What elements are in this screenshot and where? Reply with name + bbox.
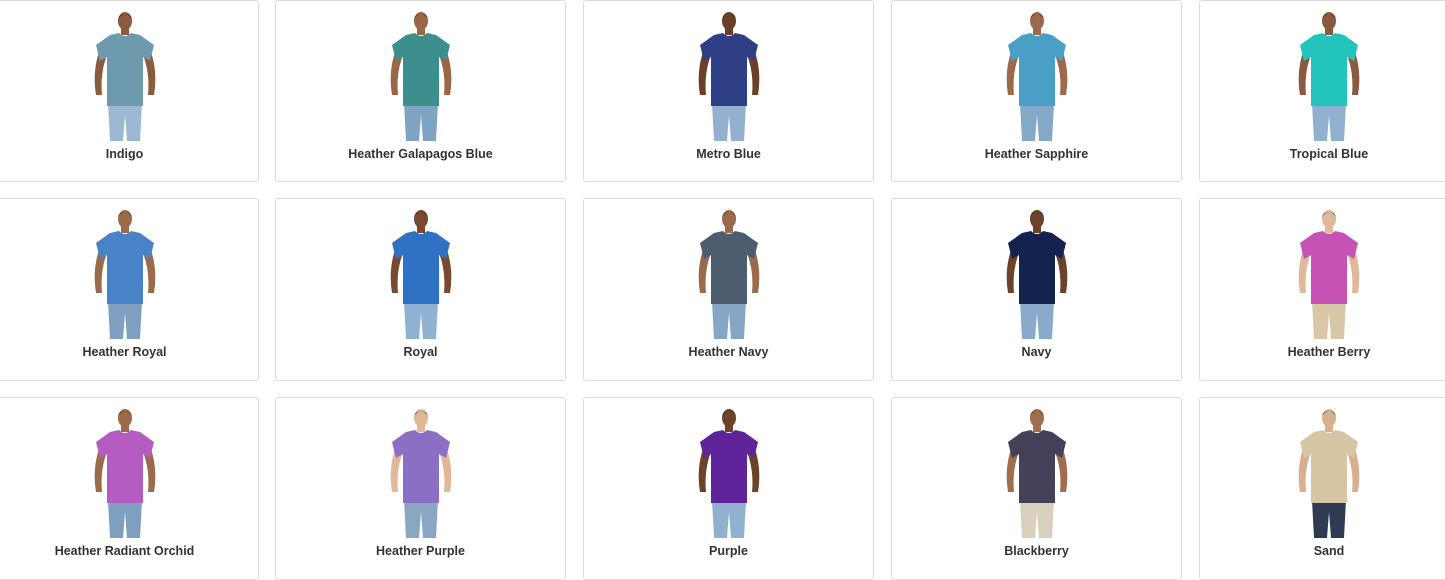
model-photo <box>1006 409 1067 538</box>
model-photo-frame <box>1284 408 1374 538</box>
model-photo <box>390 409 451 538</box>
color-name-label: Metro Blue <box>696 147 761 161</box>
model-photo <box>94 409 155 538</box>
color-name-label: Heather Navy <box>688 345 769 359</box>
model-photo-frame <box>376 408 466 538</box>
color-swatch-card[interactable]: Heather Radiant Orchid <box>0 397 259 580</box>
model-photo-frame <box>80 11 170 141</box>
color-name-label: Heather Sapphire <box>984 147 1089 161</box>
model-photo <box>94 210 155 339</box>
model-photo <box>390 12 451 141</box>
color-name-label: Heather Royal <box>82 345 167 359</box>
color-swatch-grid: Indigo Heather Galapagos Blue Metro Blue He… <box>0 0 1445 580</box>
model-photo-frame <box>1284 11 1374 141</box>
model-photo-frame <box>992 11 1082 141</box>
model-photo <box>698 12 759 141</box>
model-photo <box>1298 12 1360 141</box>
color-swatch-card[interactable]: Royal <box>275 198 566 381</box>
model-photo-frame <box>1284 209 1374 339</box>
color-swatch-card[interactable]: Heather Galapagos Blue <box>275 0 566 182</box>
color-name-label: Heather Galapagos Blue <box>348 147 493 161</box>
color-name-label: Tropical Blue <box>1289 147 1369 161</box>
color-name-label: Navy <box>1021 345 1052 359</box>
color-name-label: Heather Radiant Orchid <box>54 544 195 558</box>
model-photo-frame <box>80 209 170 339</box>
color-name-label: Indigo <box>105 147 144 161</box>
model-photo-frame <box>376 11 466 141</box>
color-swatch-card[interactable]: Indigo <box>0 0 259 182</box>
color-swatch-card[interactable]: Metro Blue <box>583 0 874 182</box>
color-swatch-card[interactable]: Sand <box>1199 397 1445 580</box>
color-swatch-card[interactable]: Heather Berry <box>1199 198 1445 381</box>
model-photo-frame <box>684 408 774 538</box>
color-swatch-card[interactable]: Heather Purple <box>275 397 566 580</box>
model-photo <box>698 210 759 339</box>
model-photo-frame <box>80 408 170 538</box>
model-photo <box>1006 12 1067 141</box>
color-swatch-card[interactable]: Tropical Blue <box>1199 0 1445 182</box>
color-name-label: Heather Berry <box>1287 345 1371 359</box>
model-photo-frame <box>684 209 774 339</box>
color-swatch-card[interactable]: Heather Navy <box>583 198 874 381</box>
color-name-label: Purple <box>709 544 748 558</box>
model-photo-frame <box>992 209 1082 339</box>
model-photo <box>698 409 759 538</box>
color-swatch-card[interactable]: Heather Royal <box>0 198 259 381</box>
model-photo-frame <box>684 11 774 141</box>
model-photo-frame <box>992 408 1082 538</box>
color-swatch-card[interactable]: Heather Sapphire <box>891 0 1182 182</box>
model-photo <box>1298 409 1360 538</box>
color-name-label: Heather Purple <box>376 544 465 558</box>
model-photo <box>390 210 451 339</box>
model-photo <box>1006 210 1067 339</box>
color-name-label: Blackberry <box>1004 544 1069 558</box>
model-photo <box>94 12 155 141</box>
model-photo <box>1298 210 1360 339</box>
color-swatch-card[interactable]: Blackberry <box>891 397 1182 580</box>
color-swatch-card[interactable]: Navy <box>891 198 1182 381</box>
color-name-label: Sand <box>1313 544 1345 558</box>
color-swatch-card[interactable]: Purple <box>583 397 874 580</box>
model-photo-frame <box>376 209 466 339</box>
color-name-label: Royal <box>403 345 438 359</box>
